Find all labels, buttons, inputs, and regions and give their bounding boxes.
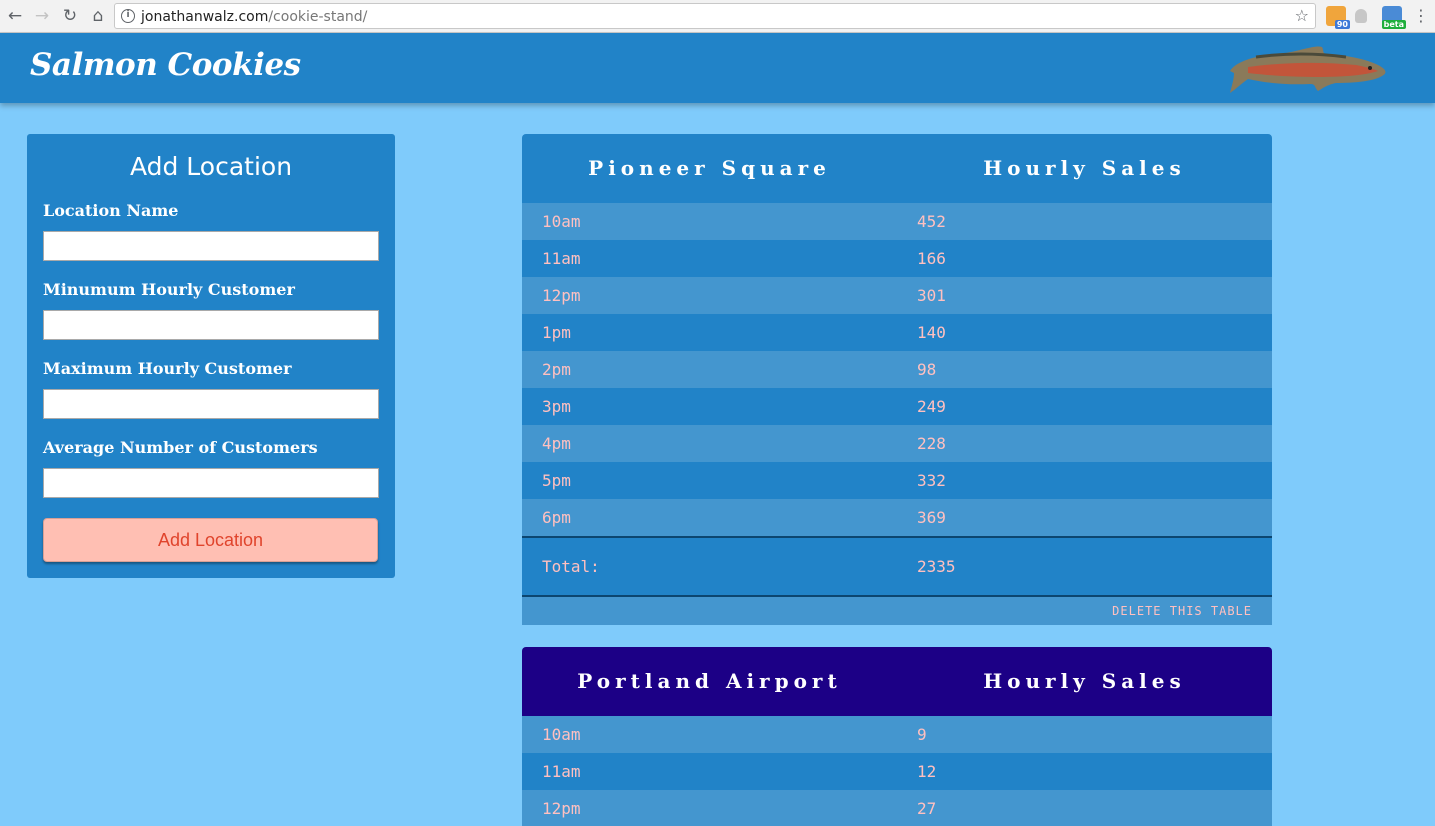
forward-arrow-icon[interactable]: → (31, 5, 53, 27)
hour-cell: 12pm (542, 286, 581, 305)
store-table-header: Pioneer Square Hourly Sales (522, 134, 1272, 203)
table-row: 10am 452 (522, 203, 1272, 240)
avg-customers-label: Average Number of Customers (43, 438, 318, 457)
lightbulb-extension-icon[interactable] (1355, 9, 1367, 23)
sales-cell: 12 (917, 762, 937, 781)
rss-extension-icon[interactable]: 90 (1326, 6, 1350, 29)
form-title: Add Location (129, 152, 293, 181)
back-arrow-icon[interactable]: ← (4, 5, 26, 27)
site-logo: Salmon Cookies (30, 47, 301, 83)
hour-cell: 6pm (542, 508, 571, 527)
table-row: 4pm 228 (522, 425, 1272, 462)
reload-icon[interactable]: ↻ (59, 5, 81, 27)
total-value: 2335 (917, 557, 956, 576)
table-row: 1pm 140 (522, 314, 1272, 351)
sales-cell: 301 (917, 286, 946, 305)
max-customer-input[interactable] (43, 389, 379, 419)
table-row: 2pm 98 (522, 351, 1272, 388)
box-extension-icon[interactable]: beta (1381, 6, 1406, 29)
hour-cell: 12pm (542, 799, 581, 818)
min-customer-label: Minumum Hourly Customer (43, 280, 295, 299)
table-row: 10am 9 (522, 716, 1272, 753)
url-text[interactable]: jonathanwalz.com/cookie-stand/ (141, 9, 367, 25)
sales-cell: 98 (917, 360, 937, 379)
delete-row: DELETE THIS TABLE (522, 597, 1272, 625)
hour-cell: 10am (542, 212, 581, 231)
total-row: Total: 2335 (522, 536, 1272, 597)
sales-cell: 249 (917, 397, 946, 416)
table-row: 6pm 369 (522, 499, 1272, 536)
sales-cell: 369 (917, 508, 946, 527)
sales-cell: 228 (917, 434, 946, 453)
extension-badge: 90 (1334, 20, 1350, 29)
extension-badge: beta (1381, 20, 1406, 29)
bookmark-star-icon[interactable]: ☆ (1295, 6, 1309, 25)
location-name-label: Location Name (43, 201, 179, 220)
add-location-form: Add Location Location Name Minumum Hourl… (27, 134, 395, 578)
sales-cell: 9 (917, 725, 927, 744)
url-host: jonathanwalz.com (141, 9, 269, 25)
sales-column-header: Hourly Sales (983, 156, 1186, 180)
hour-cell: 2pm (542, 360, 571, 379)
sales-cell: 27 (917, 799, 937, 818)
hour-cell: 11am (542, 249, 581, 268)
hour-cell: 4pm (542, 434, 571, 453)
total-label: Total: (542, 557, 600, 576)
browser-toolbar: ← → ↻ ⌂ i jonathanwalz.com/cookie-stand/… (0, 0, 1435, 33)
table-row: 11am 166 (522, 240, 1272, 277)
hour-cell: 5pm (542, 471, 571, 490)
delete-table-button[interactable]: DELETE THIS TABLE (1112, 597, 1252, 625)
hour-cell: 10am (542, 725, 581, 744)
site-header: Salmon Cookies (0, 33, 1435, 103)
store-table-header: Portland Airport Hourly Sales (522, 647, 1272, 716)
home-icon[interactable]: ⌂ (87, 5, 109, 27)
table-row: 11am 12 (522, 753, 1272, 790)
sales-cell: 140 (917, 323, 946, 342)
table-row: 12pm 301 (522, 277, 1272, 314)
location-name-input[interactable] (43, 231, 379, 261)
min-customer-input[interactable] (43, 310, 379, 340)
sales-cell: 332 (917, 471, 946, 490)
hour-cell: 1pm (542, 323, 571, 342)
site-info-icon[interactable]: i (121, 9, 135, 23)
store-name: Portland Airport (577, 669, 842, 693)
hour-cell: 3pm (542, 397, 571, 416)
sales-column-header: Hourly Sales (983, 669, 1186, 693)
sales-cell: 166 (917, 249, 946, 268)
store-name: Pioneer Square (588, 156, 831, 180)
store-table-pioneer-square: Pioneer Square Hourly Sales 10am 452 11am… (522, 134, 1272, 625)
hour-cell: 11am (542, 762, 581, 781)
avg-customers-input[interactable] (43, 468, 379, 498)
table-row: 5pm 332 (522, 462, 1272, 499)
table-row: 12pm 27 (522, 790, 1272, 826)
url-path: /cookie-stand/ (268, 9, 368, 25)
address-bar[interactable]: i jonathanwalz.com/cookie-stand/ ☆ (114, 3, 1316, 29)
add-location-button[interactable]: Add Location (43, 518, 378, 562)
salmon-icon (1230, 46, 1386, 93)
table-row: 3pm 249 (522, 388, 1272, 425)
store-table-portland-airport: Portland Airport Hourly Sales 10am 9 11am… (522, 647, 1272, 826)
browser-menu-icon[interactable]: ⋮ (1413, 6, 1429, 26)
max-customer-label: Maximum Hourly Customer (43, 359, 292, 378)
sales-cell: 452 (917, 212, 946, 231)
